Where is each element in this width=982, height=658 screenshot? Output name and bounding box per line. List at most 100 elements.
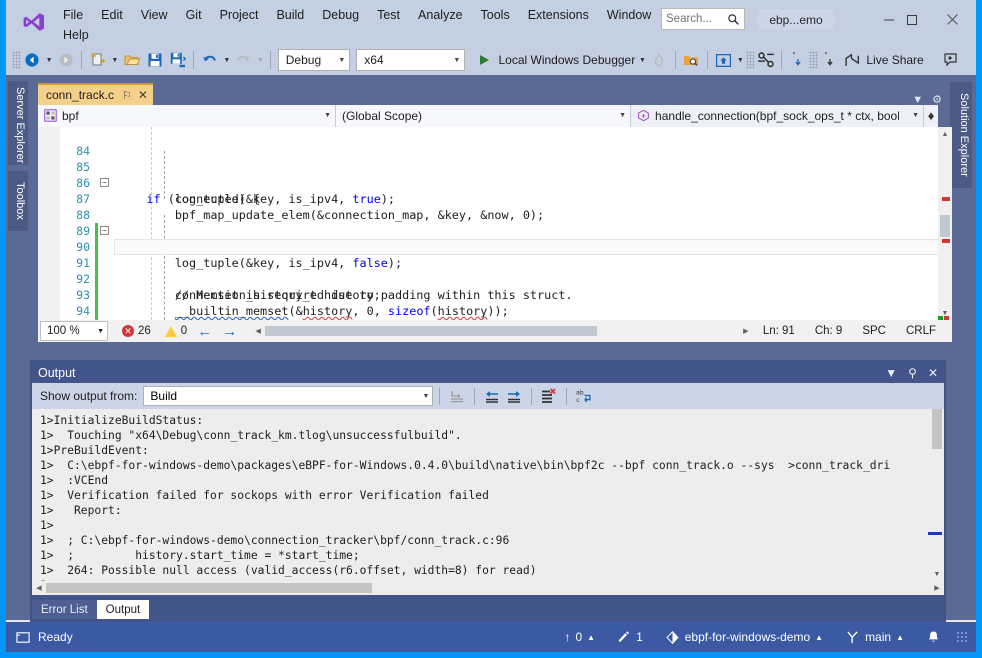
sidebar-tab-toolbox[interactable]: Toolbox [8, 171, 28, 231]
undo-button[interactable] [199, 49, 220, 71]
code-line-current[interactable]: 91 connection_history_t history; [38, 239, 938, 255]
go-to-previous-message-button[interactable] [481, 385, 503, 407]
chevron-down-icon[interactable]: ▼ [885, 366, 897, 380]
navbar-member-combo[interactable]: handle_connection(bpf_sock_ops_t * ctx, … [631, 105, 924, 127]
code-line[interactable]: 88 − } else { [38, 191, 938, 207]
diagnostic-tools-button[interactable] [755, 49, 776, 71]
go-to-next-message-button[interactable] [503, 385, 525, 407]
solution-configuration-combo[interactable]: Debug ▼ [278, 49, 351, 71]
search-input[interactable] [666, 13, 726, 25]
close-button[interactable] [931, 6, 973, 33]
toolbar-grip-3[interactable] [809, 51, 818, 69]
scrollbar-thumb[interactable] [932, 409, 942, 449]
output-horizontal-scrollbar[interactable]: ◀ ▶ [32, 581, 944, 595]
tab-error-list[interactable]: Error List [32, 600, 97, 619]
line-ending-indicator[interactable]: CRLF [896, 325, 946, 337]
start-debugging-button[interactable] [474, 49, 495, 71]
undo-dropdown-icon[interactable]: ▼ [222, 49, 233, 71]
navigate-forward-button[interactable] [55, 49, 76, 71]
code-line[interactable]: 89 uint64_t* start_time = (uint64_t*)bpf… [38, 207, 938, 223]
output-vertical-scrollbar[interactable]: ▲ ▼ [930, 409, 944, 581]
step-over-group-icon[interactable]: " [787, 49, 808, 71]
maximize-button[interactable] [891, 6, 933, 33]
code-line[interactable]: 95 history.is_ipv4 = is_ipv4; [38, 303, 938, 319]
menu-item-test[interactable]: Test [368, 6, 409, 24]
code-line[interactable]: 92 // Memset is required due to padding … [38, 255, 938, 271]
menu-item-analyze[interactable]: Analyze [409, 6, 471, 24]
pin-icon[interactable]: ⚲ [908, 366, 917, 380]
code-line[interactable]: 90 log_tuple(&key, is_ipv4, false); [38, 223, 938, 239]
live-visual-tree-button[interactable] [713, 49, 734, 71]
notifications-item[interactable] [915, 622, 952, 652]
new-project-dropdown-icon[interactable]: ▼ [110, 49, 121, 71]
toolbar-grip[interactable] [12, 51, 21, 69]
indentation-indicator[interactable]: SPC [852, 325, 896, 337]
live-visual-tree-dropdown-icon[interactable]: ▼ [735, 49, 746, 71]
live-share-icon[interactable] [842, 49, 863, 71]
new-project-button[interactable] [87, 49, 108, 71]
branch-item[interactable]: main ▲ [834, 622, 915, 652]
menu-item-debug[interactable]: Debug [313, 6, 368, 24]
scrollbar-thumb[interactable] [46, 583, 372, 593]
previous-issue-icon[interactable]: ← [197, 323, 212, 340]
code-line[interactable]: 93 __builtin_memset(&history, 0, sizeof(… [38, 271, 938, 287]
repository-item[interactable]: ebpf-for-windows-demo ▲ [654, 622, 834, 652]
live-share-label[interactable]: Live Share [864, 53, 925, 67]
search-box[interactable] [661, 8, 745, 30]
split-editor-button[interactable]: ♦ [924, 105, 938, 127]
redo-button[interactable] [233, 49, 254, 71]
toolbar-grip-2[interactable] [746, 51, 755, 69]
resize-grip[interactable] [956, 631, 968, 643]
code-line[interactable]: 86 log_tuple(&key, is_ipv4, true); [38, 159, 938, 175]
scroll-right-icon[interactable]: ▶ [739, 324, 753, 338]
scroll-down-icon[interactable]: ▼ [930, 567, 944, 581]
menu-item-window[interactable]: Window [598, 6, 660, 24]
zoom-level-combo[interactable]: 100 % ▼ [40, 321, 108, 341]
menu-item-build[interactable]: Build [267, 6, 313, 24]
scroll-left-icon[interactable]: ◀ [251, 324, 265, 338]
show-output-from-combo[interactable]: Build ▼ [143, 386, 433, 406]
scrollbar-thumb[interactable] [265, 326, 597, 336]
pending-changes-item[interactable]: 1 [606, 622, 654, 652]
menu-item-file[interactable]: File [54, 6, 92, 24]
tab-output[interactable]: Output [97, 600, 150, 619]
feedback-icon[interactable] [941, 49, 962, 71]
start-debugging-label[interactable]: Local Windows Debugger [496, 53, 637, 67]
clear-all-button[interactable] [538, 385, 560, 407]
solution-platform-combo[interactable]: x64 ▼ [356, 49, 465, 71]
save-button[interactable] [144, 49, 165, 71]
pin-icon[interactable]: ⚐ [122, 89, 132, 102]
code-line[interactable]: 84 [38, 127, 938, 143]
menu-item-extensions[interactable]: Extensions [519, 6, 598, 24]
menu-item-git[interactable]: Git [177, 6, 211, 24]
code-line[interactable]: 94 history.tuple = key; [38, 287, 938, 303]
scroll-right-icon[interactable]: ▶ [930, 581, 944, 595]
document-tab-conn-track-c[interactable]: conn_track.c ⚐ ✕ [38, 83, 153, 105]
output-text-content[interactable]: 1>InitializeBuildStatus: 1> Touching "x6… [32, 409, 944, 595]
next-issue-icon[interactable]: → [222, 323, 237, 340]
select-start-item-button[interactable] [681, 49, 702, 71]
close-icon[interactable]: ✕ [138, 88, 148, 102]
menu-item-tools[interactable]: Tools [472, 6, 519, 24]
menu-item-project[interactable]: Project [211, 6, 268, 24]
menu-item-view[interactable]: View [132, 6, 177, 24]
scroll-left-icon[interactable]: ◀ [32, 581, 46, 595]
navigate-backward-dropdown-icon[interactable]: ▼ [44, 49, 55, 71]
code-editor[interactable]: 84 85 − if (connected) { 86 log_tuple(&k… [38, 127, 938, 320]
warning-count-group[interactable]: 0 [165, 325, 187, 337]
editor-horizontal-scrollbar[interactable]: ◀ ▶ [251, 324, 753, 338]
navigate-backward-button[interactable] [22, 49, 43, 71]
menu-item-help[interactable]: Help [54, 26, 98, 44]
start-debugging-dropdown-icon[interactable]: ▼ [637, 49, 648, 71]
navbar-scope-combo[interactable]: (Global Scope) ▼ [336, 105, 631, 127]
error-count-group[interactable]: ✕ 26 [122, 325, 151, 337]
code-line[interactable]: 87 bpf_map_update_elem(&connection_map, … [38, 175, 938, 191]
step-into-group-icon[interactable]: " [819, 49, 840, 71]
open-file-button[interactable] [121, 49, 142, 71]
sidebar-tab-server-explorer[interactable]: Server Explorer [8, 81, 28, 165]
navbar-project-combo[interactable]: bpf ▼ [38, 105, 336, 127]
code-line[interactable]: 85 − if (connected) { [38, 143, 938, 159]
sidebar-tab-solution-explorer[interactable]: Solution Explorer [950, 82, 972, 188]
find-message-source-button[interactable] [446, 385, 468, 407]
save-all-button[interactable] [167, 49, 188, 71]
